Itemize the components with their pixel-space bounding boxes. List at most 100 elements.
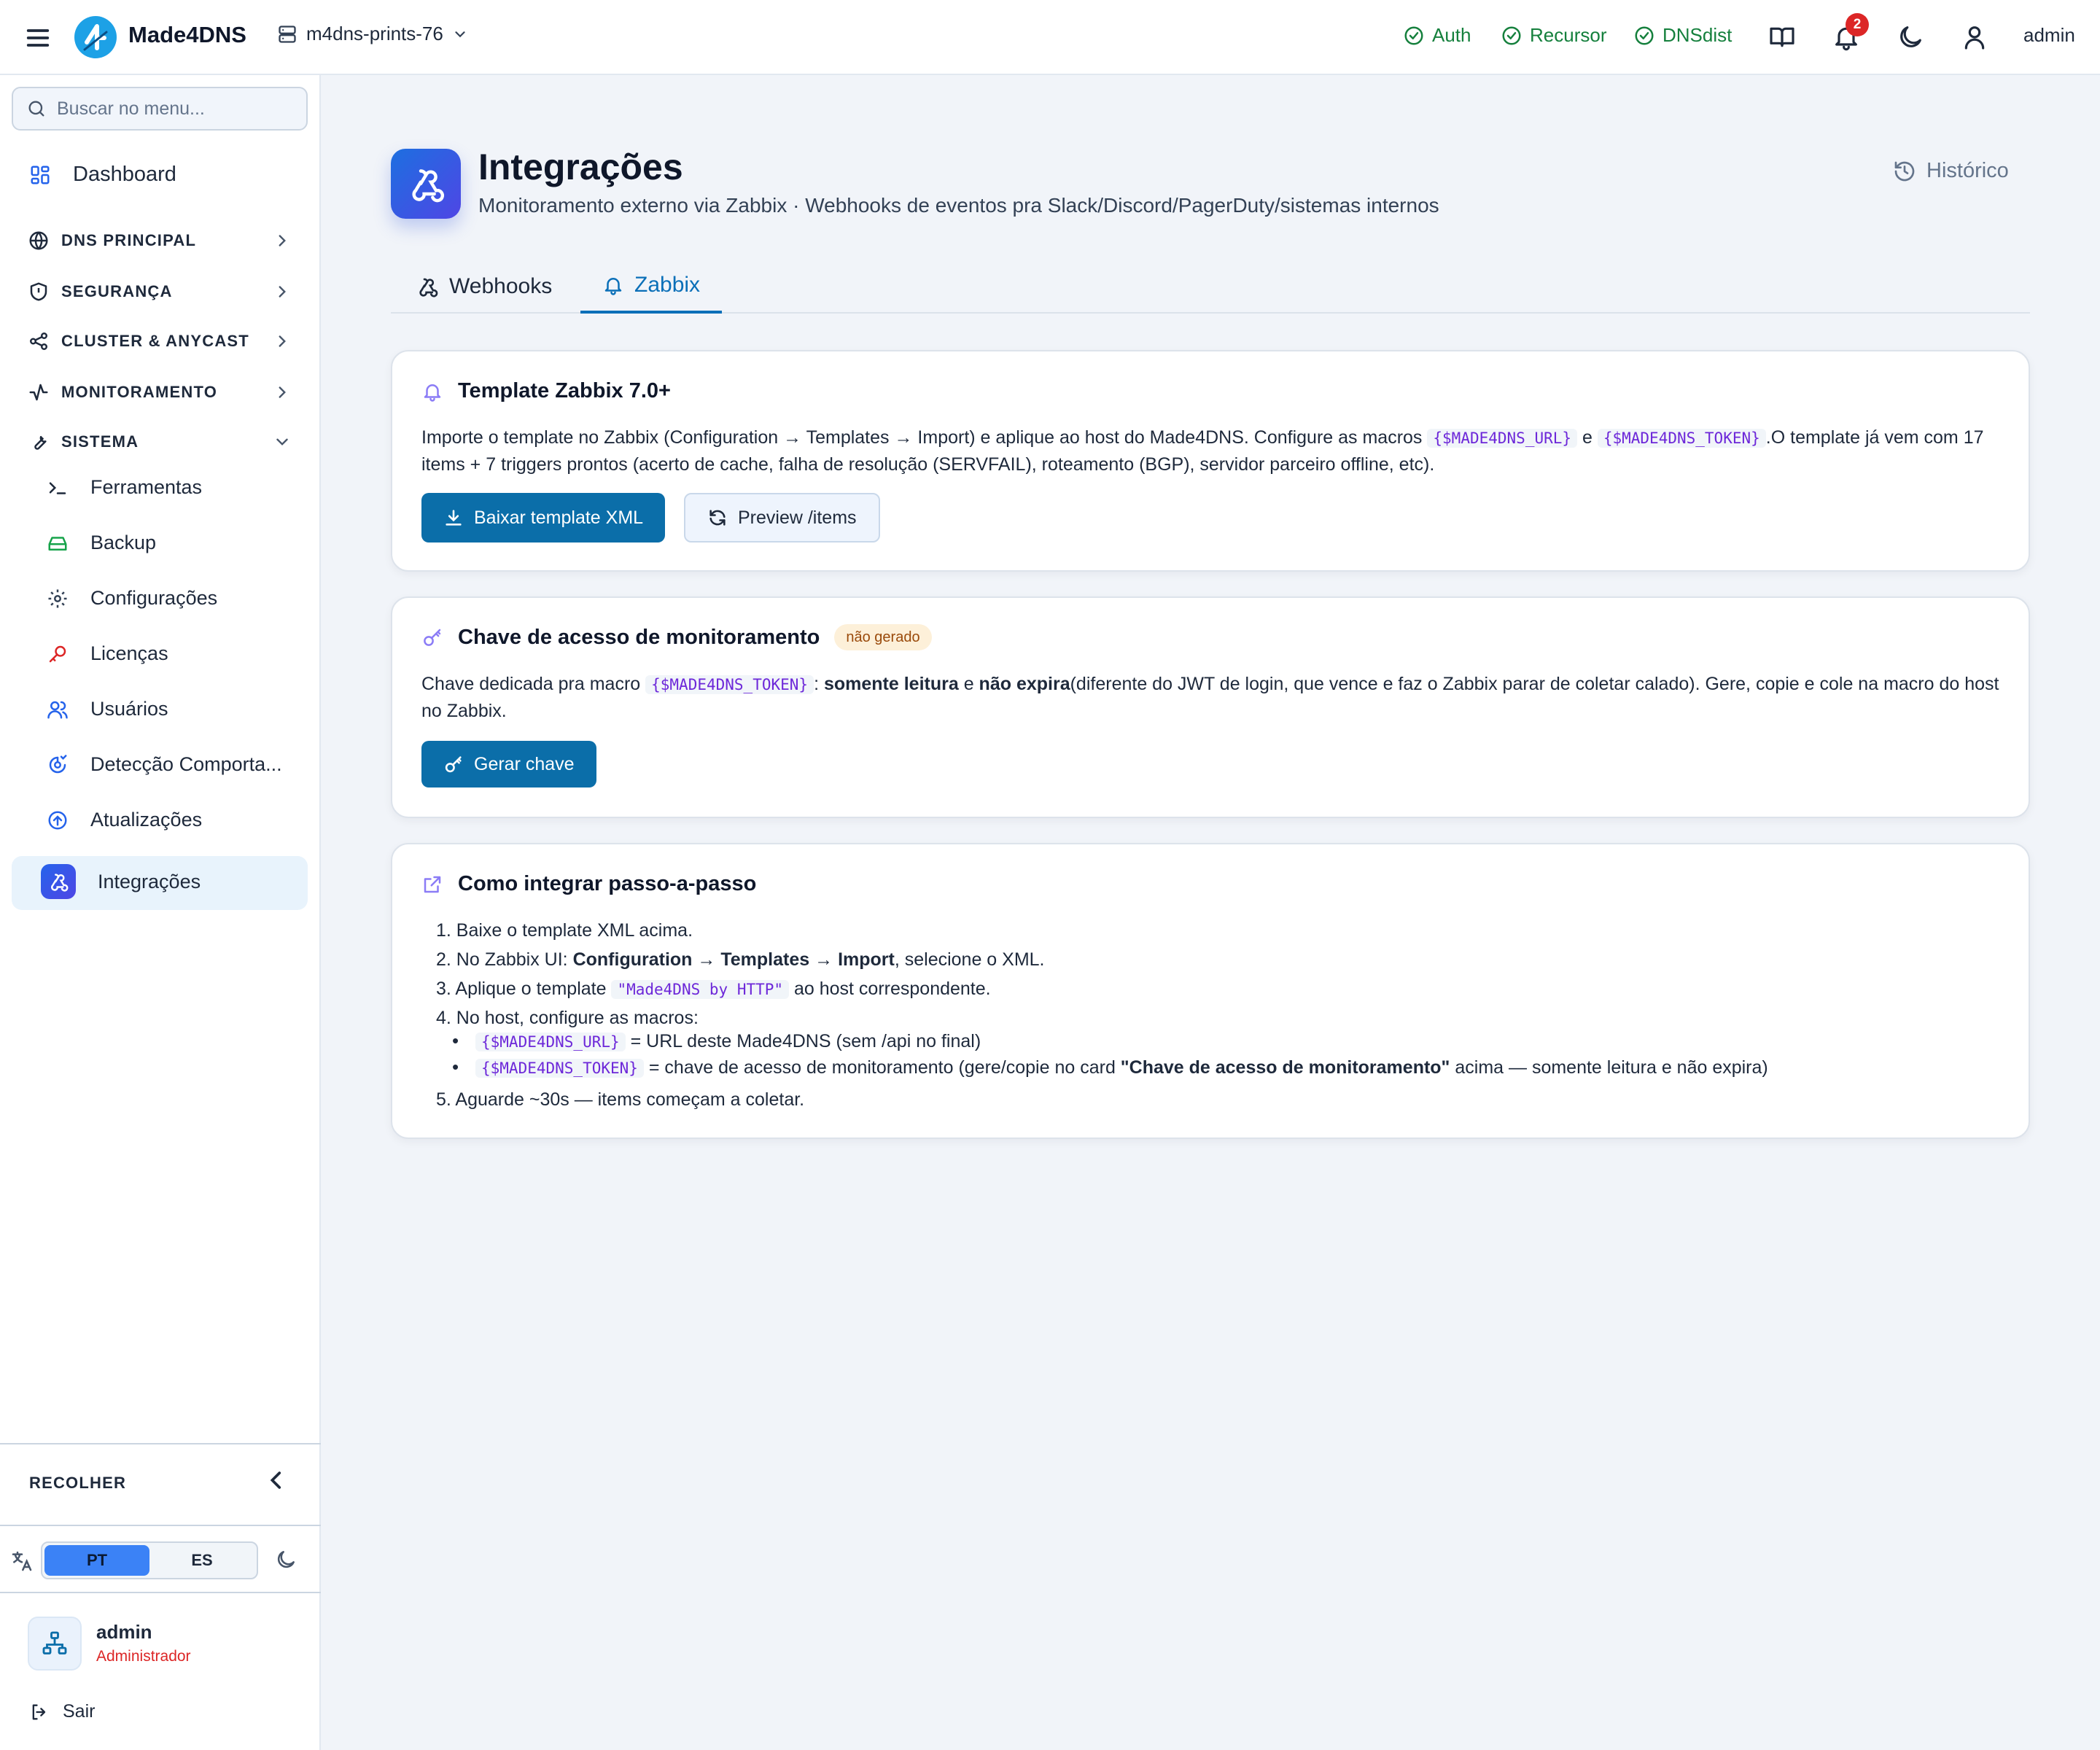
refresh-icon [707, 508, 728, 528]
text-bold: Import [838, 949, 895, 970]
check-circle-icon [1403, 25, 1425, 47]
sidebar-item-label: Ferramentas [90, 476, 203, 498]
status-auth[interactable]: Auth [1403, 24, 1471, 47]
status-label: Recursor [1530, 24, 1607, 46]
list-item: {$MADE4DNS_TOKEN} = chave de acesso de m… [452, 1056, 1768, 1078]
text-fragment: → [692, 949, 721, 970]
tab-webhooks[interactable]: Webhooks [413, 260, 555, 314]
chevron-right-icon [273, 383, 292, 402]
macro-code: {$MADE4DNS_TOKEN} [475, 1059, 644, 1078]
card-header: Template Zabbix 7.0+ [421, 379, 671, 403]
server-selector[interactable]: m4dns-prints-76 [277, 23, 468, 45]
user-icon[interactable] [1960, 23, 1989, 52]
preview-items-button[interactable]: Preview /items [684, 493, 880, 542]
card-title: Como integrar passo-a-passo [458, 872, 757, 895]
moon-icon[interactable] [274, 1548, 298, 1571]
list-item: 1. Baixe o template XML acima. [436, 920, 693, 941]
brand-logo-icon [74, 16, 117, 58]
topbar-username[interactable]: admin [2023, 24, 2075, 47]
menu-icon[interactable] [23, 23, 52, 52]
tab-bar: Webhooks Zabbix [391, 260, 2030, 314]
webhook-icon [41, 864, 76, 899]
text-fragment: acima — somente leitura e não expira) [1450, 1057, 1768, 1078]
arrow-up-circle-icon [47, 809, 69, 831]
list-item: 5. Aguarde ~30s — items começam a coleta… [436, 1089, 805, 1110]
sidebar-group-label: SEGURANÇA [61, 282, 173, 300]
sidebar-item-licencas[interactable]: Licenças [47, 642, 168, 665]
sidebar-item-deteccao-comportamental[interactable]: Detecção Comporta... [47, 753, 282, 776]
sidebar-group-label: DNS PRINCIPAL [61, 231, 197, 249]
text-fragment: Importe o template no Zabbix (Configurat… [421, 427, 1428, 448]
status-dnsdist[interactable]: DNSdist [1633, 24, 1732, 47]
docs-book-icon[interactable] [1768, 23, 1797, 52]
list-item: 2. No Zabbix UI: Configuration → Templat… [436, 949, 1045, 971]
access-key-card: Chave de acesso de monitoramento não ger… [391, 596, 2030, 818]
logout-icon [29, 1702, 50, 1722]
list-item: 4. No host, configure as macros: [436, 1008, 699, 1028]
sidebar-search[interactable] [12, 87, 308, 131]
users-icon [47, 699, 69, 720]
collapse-label[interactable]: RECOLHER [29, 1474, 126, 1493]
sidebar-group-label: SISTEMA [61, 432, 139, 451]
page-webhook-icon [391, 149, 461, 219]
sidebar-group-monitoramento[interactable]: MONITORAMENTO [28, 381, 292, 403]
tab-zabbix[interactable]: Zabbix [580, 260, 723, 314]
sidebar-item-configuracoes[interactable]: Configurações [47, 587, 217, 610]
bell-icon [421, 381, 443, 402]
sidebar-item-dashboard[interactable]: Dashboard [29, 163, 176, 187]
sidebar-group-seguranca[interactable]: SEGURANÇA [28, 281, 292, 303]
sidebar-group-sistema[interactable]: SISTEMA [28, 431, 292, 453]
moon-icon[interactable] [1896, 23, 1925, 52]
sidebar-item-integracoes[interactable]: Integrações [41, 864, 201, 899]
key-icon [443, 754, 464, 774]
download-template-button[interactable]: Baixar template XML [421, 493, 666, 542]
sidebar-group-cluster-anycast[interactable]: CLUSTER & ANYCAST [28, 330, 292, 352]
sidebar-user-role: Administrador [96, 1648, 191, 1665]
sidebar-item-ferramentas[interactable]: Ferramentas [47, 476, 202, 499]
status-badge: não gerado [834, 624, 932, 650]
chevron-left-icon[interactable] [264, 1468, 289, 1493]
tab-label: Webhooks [449, 274, 553, 298]
text-bold: não expira [979, 674, 1070, 694]
button-label: Baixar template XML [474, 507, 644, 528]
sidebar-item-atualizacoes[interactable]: Atualizações [47, 809, 202, 831]
sidebar-item-usuarios[interactable]: Usuários [47, 698, 168, 720]
sidebar-divider [0, 1592, 321, 1593]
status-recursor[interactable]: Recursor [1501, 24, 1606, 47]
dashboard-grid-icon [29, 164, 51, 186]
lang-es-button[interactable]: ES [149, 1545, 254, 1576]
text-bold: Configuration [572, 949, 693, 970]
wrench-icon [28, 431, 50, 453]
language-toggle: PT ES [41, 1541, 258, 1579]
sidebar-item-backup[interactable]: Backup [47, 532, 156, 554]
history-button[interactable]: Histórico [1893, 159, 2009, 183]
generate-key-button[interactable]: Gerar chave [421, 741, 596, 788]
activity-icon [28, 381, 50, 403]
macro-code: "Made4DNS by HTTP" [611, 980, 790, 999]
sidebar-group-label: MONITORAMENTO [61, 383, 218, 401]
lang-pt-button[interactable]: PT [44, 1545, 149, 1576]
integration-steps-card: Como integrar passo-a-passo 1. Baixe o t… [391, 843, 2030, 1139]
text-fragment: , selecione o XML. [894, 949, 1045, 970]
globe-icon [28, 230, 50, 252]
text-bold: somente leitura [823, 674, 959, 694]
logout-button[interactable]: Sair [29, 1701, 95, 1722]
status-label: DNSdist [1662, 24, 1732, 46]
share-nodes-icon [28, 330, 50, 352]
server-name: m4dns-prints-76 [306, 23, 443, 44]
sidebar-divider [0, 1443, 321, 1444]
chevron-down-icon [273, 432, 292, 451]
text-fragment: e [1577, 427, 1598, 448]
download-icon [443, 508, 464, 528]
sidebar-group-dns-principal[interactable]: DNS PRINCIPAL [28, 230, 292, 252]
key-icon [421, 626, 443, 648]
macro-code: {$MADE4DNS_URL} [475, 1032, 626, 1051]
brand-name: Made4DNS [128, 22, 246, 47]
text-bold: "Chave de acesso de monitoramento" [1120, 1057, 1450, 1078]
button-label: Gerar chave [474, 753, 575, 774]
card-title: Chave de acesso de monitoramento [458, 625, 820, 649]
chevron-right-icon [273, 282, 292, 301]
sidebar-item-label: Atualizações [90, 809, 203, 831]
macro-code: {$MADE4DNS_TOKEN} [645, 675, 814, 694]
search-input[interactable] [57, 98, 290, 120]
